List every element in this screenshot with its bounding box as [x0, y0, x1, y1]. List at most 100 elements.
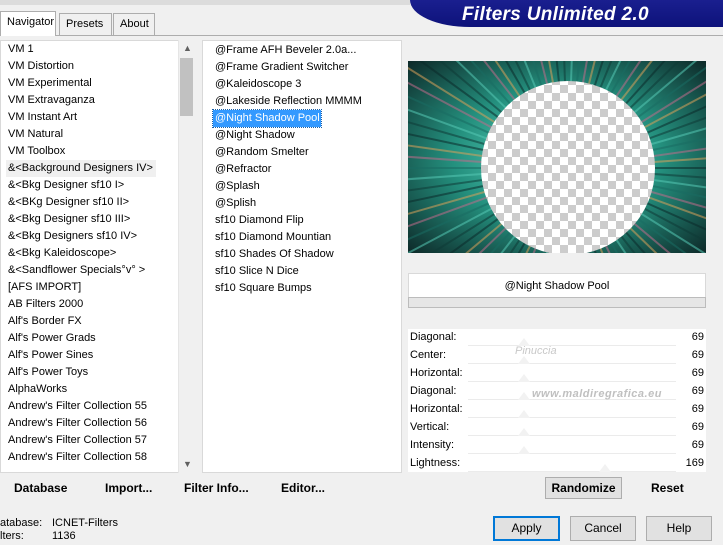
category-item[interactable]: VM Toolbox [8, 143, 193, 160]
category-item[interactable]: [AFS IMPORT] [8, 279, 193, 296]
slider-track[interactable] [468, 453, 676, 454]
parameter-label: Lightness: [410, 457, 461, 469]
category-item[interactable]: VM Experimental [8, 75, 193, 92]
category-item[interactable]: AlphaWorks [8, 381, 193, 398]
parameter-label: Horizontal: [410, 367, 463, 379]
parameter-slider[interactable]: Horizontal: 69 [408, 401, 706, 419]
parameter-value: 69 [691, 421, 704, 433]
filter-item[interactable]: sf10 Slice N Dice [215, 263, 401, 280]
database-value: ICNET-Filters [52, 517, 118, 529]
category-list[interactable]: VM 1 VM Distortion VM Experimental VM Extra… [0, 40, 194, 473]
category-item[interactable]: &<Bkg Designers sf10 IV> [8, 228, 193, 245]
filters-count-label: lters: [0, 530, 24, 542]
watermark-name: Pinuccia [515, 345, 557, 357]
scroll-down-icon[interactable]: ▼ [179, 456, 196, 473]
parameter-slider[interactable]: Lightness: 169 [408, 455, 706, 473]
category-item[interactable]: Andrew's Filter Collection 57 [8, 432, 193, 449]
category-item[interactable]: VM Distortion [8, 58, 193, 75]
category-item[interactable]: VM 1 [8, 41, 193, 58]
top-strip [0, 0, 410, 5]
slider-knob-icon[interactable] [518, 410, 531, 418]
category-item[interactable]: &<Bkg Designer sf10 III> [8, 211, 193, 228]
category-item[interactable]: AB Filters 2000 [8, 296, 193, 313]
watermark-site: www.maldiregrafica.eu [532, 388, 662, 400]
filter-list[interactable]: @Frame AFH Beveler 2.0a... @Frame Gradien… [202, 40, 402, 473]
category-item[interactable]: Alf's Power Sines [8, 347, 193, 364]
editor-button[interactable]: Editor... [281, 481, 325, 495]
filter-item[interactable]: @Splish [215, 195, 401, 212]
category-item[interactable]: VM Natural [8, 126, 193, 143]
slider-knob-icon[interactable] [599, 464, 612, 472]
filter-item[interactable]: @Night Shadow Pool [212, 109, 322, 128]
filter-info-button[interactable]: Filter Info... [184, 481, 249, 495]
filter-item[interactable]: @Frame AFH Beveler 2.0a... [215, 42, 401, 59]
filter-item[interactable]: sf10 Diamond Mountian [215, 229, 401, 246]
slider-track[interactable] [468, 435, 676, 436]
filter-item[interactable]: sf10 Diamond Flip [215, 212, 401, 229]
category-item[interactable]: Alf's Power Toys [8, 364, 193, 381]
randomize-button[interactable]: Randomize [545, 477, 622, 499]
slider-track[interactable] [468, 381, 676, 382]
category-item[interactable]: Andrew's Filter Collection 55 [8, 398, 193, 415]
slider-knob-icon[interactable] [518, 356, 531, 364]
category-item[interactable]: &<BKg Designer sf10 II> [8, 194, 193, 211]
tab-navigator[interactable]: Navigator [0, 11, 56, 36]
parameter-slider[interactable]: Diagonal: 69 [408, 329, 706, 347]
category-item[interactable]: &<Bkg Kaleidoscope> [8, 245, 193, 262]
parameter-slider[interactable]: Intensity: 69 [408, 437, 706, 455]
category-item[interactable]: Alf's Power Grads [8, 330, 193, 347]
parameter-slider[interactable]: Horizontal: 69 [408, 365, 706, 383]
filter-item[interactable]: @Night Shadow [215, 127, 401, 144]
parameter-panel: Diagonal: 69 Center: 69 Horizontal: 69 Diagona… [408, 329, 706, 472]
category-item[interactable]: VM Extravaganza [8, 92, 193, 109]
filter-item[interactable]: @Splash [215, 178, 401, 195]
category-item[interactable]: &<Background Designers IV> [6, 160, 156, 177]
slider-track[interactable] [468, 345, 676, 346]
scroll-up-icon[interactable]: ▲ [179, 40, 196, 57]
help-button[interactable]: Help [646, 516, 712, 541]
filters-count-value: 1136 [52, 530, 76, 542]
app-title-banner: Filters Unlimited 2.0 [410, 0, 723, 27]
parameter-value: 69 [691, 439, 704, 451]
parameter-label: Horizontal: [410, 403, 463, 415]
filter-item[interactable]: @Random Smelter [215, 144, 401, 161]
reset-button[interactable]: Reset [651, 481, 684, 495]
scrollbar-thumb[interactable] [180, 58, 193, 116]
filter-item[interactable]: @Frame Gradient Switcher [215, 59, 401, 76]
parameter-value: 69 [691, 385, 704, 397]
filter-item[interactable]: @Lakeside Reflection MMMM [215, 93, 401, 110]
tab-divider [0, 35, 723, 36]
import-button[interactable]: Import... [105, 481, 152, 495]
filter-item[interactable]: @Refractor [215, 161, 401, 178]
cancel-button[interactable]: Cancel [570, 516, 636, 541]
database-button[interactable]: Database [14, 481, 67, 495]
slider-track[interactable] [468, 417, 676, 418]
category-item[interactable]: VM Instant Art [8, 109, 193, 126]
slider-knob-icon[interactable] [518, 428, 531, 436]
parameter-label: Vertical: [410, 421, 450, 433]
parameter-slider[interactable]: Center: 69 [408, 347, 706, 365]
database-label: atabase: [0, 517, 43, 529]
progress-bar [408, 297, 706, 308]
slider-knob-icon[interactable] [518, 374, 531, 382]
filter-item[interactable]: @Kaleidoscope 3 [215, 76, 401, 93]
parameter-slider[interactable]: Vertical: 69 [408, 419, 706, 437]
category-item[interactable]: Andrew's Filter Collection 58 [8, 449, 193, 466]
slider-track[interactable] [468, 363, 676, 364]
category-item[interactable]: &<Sandflower Specials°v° > [8, 262, 193, 279]
category-item[interactable]: Alf's Border FX [8, 313, 193, 330]
tab-about[interactable]: About [113, 13, 155, 35]
parameter-value: 69 [691, 367, 704, 379]
apply-button[interactable]: Apply [493, 516, 560, 541]
category-item[interactable]: Andrew's Filter Collection 56 [8, 415, 193, 432]
tab-presets[interactable]: Presets [59, 13, 112, 35]
parameter-label: Diagonal: [410, 385, 457, 397]
preview-image [408, 61, 706, 253]
filter-item[interactable]: sf10 Shades Of Shadow [215, 246, 401, 263]
filter-item[interactable]: sf10 Square Bumps [215, 280, 401, 297]
selected-filter-name: @Night Shadow Pool [408, 273, 706, 299]
slider-knob-icon[interactable] [518, 392, 531, 400]
category-item[interactable]: &<Bkg Designer sf10 I> [8, 177, 193, 194]
slider-knob-icon[interactable] [518, 446, 531, 454]
slider-track[interactable] [468, 471, 676, 472]
